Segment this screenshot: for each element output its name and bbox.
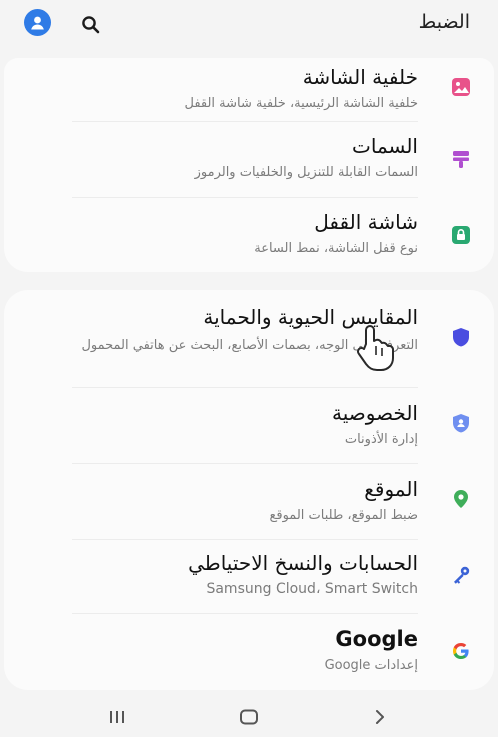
search-icon[interactable] (78, 12, 102, 36)
item-title: الحسابات والنسخ الاحتياطي (188, 551, 418, 575)
home-icon[interactable] (235, 704, 263, 730)
themes-brush-icon (448, 146, 474, 172)
accounts-key-icon (448, 562, 474, 588)
page-title: الضبط (418, 11, 470, 33)
settings-item-google[interactable]: Google إعدادات Google (4, 614, 494, 686)
hand-pointer-icon (352, 322, 400, 372)
profile-avatar-icon[interactable] (24, 9, 51, 36)
wallpaper-icon (448, 74, 474, 100)
privacy-shield-icon (448, 410, 474, 436)
settings-item-lock-screen[interactable]: شاشة القفل نوع قفل الشاشة، نمط الساعة (4, 198, 494, 272)
location-pin-icon (448, 486, 474, 512)
settings-group-security: المقاييس الحيوية والحماية التعرف على الو… (4, 290, 494, 690)
system-navigation-bar (0, 696, 498, 737)
recents-icon[interactable] (103, 704, 131, 730)
settings-item-privacy[interactable]: الخصوصية إدارة الأذونات (4, 388, 494, 464)
item-title: شاشة القفل (314, 210, 418, 234)
settings-item-accounts-backup[interactable]: الحسابات والنسخ الاحتياطي Samsung Cloud،… (4, 540, 494, 614)
item-subtitle: إدارة الأذونات (344, 432, 418, 447)
settings-item-biometrics[interactable]: المقاييس الحيوية والحماية التعرف على الو… (4, 290, 494, 388)
item-title: الخصوصية (332, 401, 418, 425)
app-header: الضبط (0, 0, 498, 52)
item-title: السمات (352, 134, 418, 158)
settings-item-themes[interactable]: السمات السمات القابلة للتنزيل والخلفيات … (4, 122, 494, 198)
settings-item-location[interactable]: الموقع ضبط الموقع، طلبات الموقع (4, 464, 494, 540)
item-subtitle: نوع قفل الشاشة، نمط الساعة (254, 241, 418, 256)
item-subtitle: السمات القابلة للتنزيل والخلفيات والرموز (194, 165, 418, 180)
biometrics-shield-icon (448, 324, 474, 350)
item-title: الموقع (364, 477, 418, 501)
item-subtitle: إعدادات Google (324, 658, 418, 673)
settings-group-display: خلفية الشاشة خلفية الشاشة الرئيسية، خلفي… (4, 58, 494, 272)
item-subtitle: خلفية الشاشة الرئيسية، خلفية شاشة القفل (184, 96, 418, 111)
back-icon[interactable] (366, 704, 394, 730)
settings-item-wallpaper[interactable]: خلفية الشاشة خلفية الشاشة الرئيسية، خلفي… (4, 58, 494, 128)
item-title: Google (335, 627, 418, 651)
lock-screen-icon (448, 222, 474, 248)
settings-screen: الضبط خلفية الشاشة خلفية الشاشة الرئيسية… (0, 0, 498, 737)
google-icon (448, 638, 474, 664)
item-subtitle: ضبط الموقع، طلبات الموقع (269, 508, 418, 523)
item-subtitle: Samsung Cloud، Smart Switch (206, 581, 418, 597)
item-title: خلفية الشاشة (302, 65, 418, 89)
